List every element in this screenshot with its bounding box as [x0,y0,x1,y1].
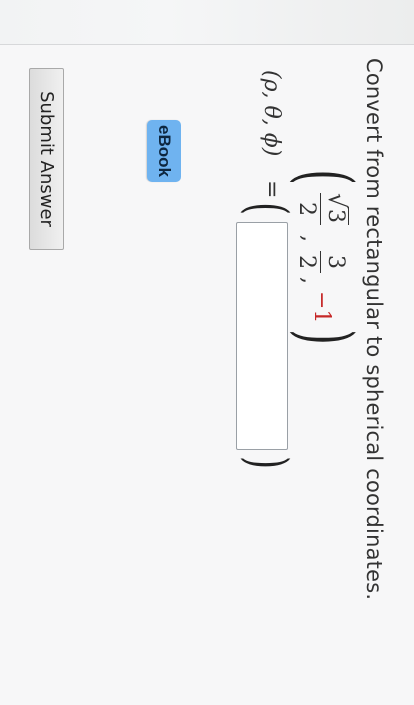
z-coordinate: −1 [309,291,334,324]
ebook-button[interactable]: eBook [147,120,181,182]
radical-icon: √ [323,193,351,209]
page-background: Convert from rectangular to spherical co… [0,0,414,705]
y-coordinate-fraction: 3 2 [294,251,348,273]
sqrt-expression: √ 3 [322,193,351,225]
rotated-content: Convert from rectangular to spherical co… [0,0,414,705]
equals-sign: = [259,180,284,199]
spherical-variables-label: (ρ, θ, ϕ) [259,70,284,157]
y-numerator: 3 [323,255,348,269]
comma: , [297,235,322,242]
answer-right-paren: ) [236,456,299,469]
right-paren: ) [284,329,368,345]
x-coordinate-fraction: √ 3 2 [294,193,351,225]
fraction-bar [320,193,321,225]
left-paren: ( [284,169,368,185]
y-denominator: 2 [294,255,319,269]
submit-answer-button[interactable]: Submit Answer [29,68,64,250]
answer-input[interactable] [236,222,288,450]
comma: , [297,277,322,284]
fraction-bar [320,251,321,273]
x-radicand: 3 [323,207,349,225]
answer-left-paren: ( [236,202,299,215]
